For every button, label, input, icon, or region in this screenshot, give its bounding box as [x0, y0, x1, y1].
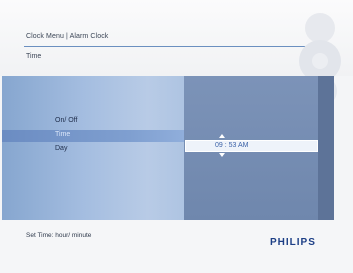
- menu-list-area: [2, 76, 184, 220]
- photo-frame-screen: Clock Menu | Alarm Clock Time On/ Off Ti…: [0, 0, 353, 273]
- time-value: 09 : 53 AM: [215, 142, 249, 149]
- footer: Set Time: hour/ minute PHILIPS: [0, 220, 353, 273]
- breadcrumb: Clock Menu | Alarm Clock: [26, 33, 109, 40]
- menu-item-on-off[interactable]: On/ Off: [55, 117, 77, 124]
- header-divider: [24, 46, 329, 47]
- decorative-circle-icon: [305, 13, 335, 43]
- menu-panel: On/ Off Time Day 09 : 53 AM: [2, 76, 334, 220]
- arrow-up-icon[interactable]: [219, 134, 225, 138]
- arrow-down-icon[interactable]: [219, 153, 225, 157]
- menu-item-time[interactable]: Time: [55, 131, 70, 138]
- page-title: Time: [26, 53, 42, 60]
- brand-logo: PHILIPS: [270, 237, 316, 248]
- panel-edge: [318, 76, 334, 220]
- help-text: Set Time: hour/ minute: [26, 232, 92, 239]
- time-input[interactable]: 09 : 53 AM: [185, 140, 318, 152]
- menu-item-day[interactable]: Day: [55, 145, 67, 152]
- menu-item-time-highlight[interactable]: [2, 130, 184, 142]
